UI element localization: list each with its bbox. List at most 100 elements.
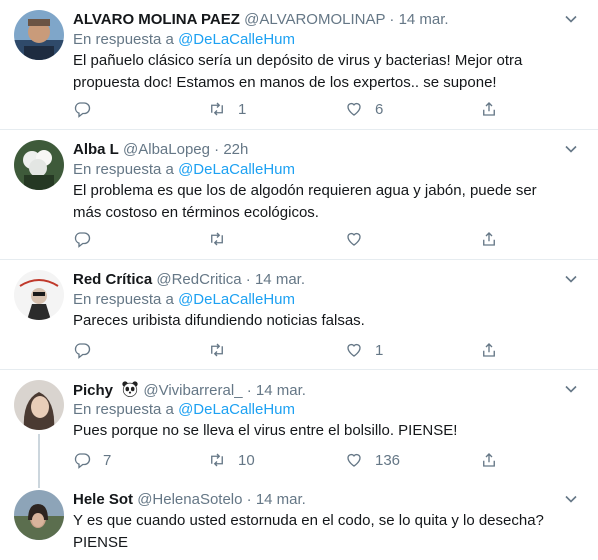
share-icon (483, 102, 495, 116)
retweet-button[interactable]: 1 (208, 99, 246, 119)
retweet-button[interactable] (208, 340, 238, 360)
display-name[interactable]: Pichy (73, 382, 113, 399)
reply-prefix: En respuesta a (73, 161, 174, 178)
heart-icon (347, 453, 361, 467)
tweet-actions: 1 (73, 340, 513, 360)
chevron-down-icon[interactable] (564, 492, 578, 506)
reply-mention-link[interactable]: @DeLaCalleHum (178, 31, 295, 48)
reply-context: En respuesta a @DeLaCalleHum (73, 30, 295, 50)
reply-button[interactable] (73, 340, 103, 360)
thread-connector (38, 480, 40, 488)
like-button[interactable] (345, 229, 375, 249)
avatar[interactable] (14, 380, 64, 430)
retweet-icon (211, 232, 223, 246)
reply-context: En respuesta a @DeLaCalleHum (73, 290, 295, 310)
tweet-actions (73, 229, 513, 249)
tweet-actions: 1 6 (73, 99, 513, 119)
timestamp[interactable]: 14 mar. (256, 382, 306, 399)
tweet-header: Hele Sot @HelenaSotelo · 14 mar. (73, 490, 306, 510)
timestamp[interactable]: 14 mar. (399, 11, 449, 28)
chevron-down-icon[interactable] (564, 12, 578, 26)
retweet-button[interactable]: 10 (208, 450, 255, 470)
avatar[interactable] (14, 140, 64, 190)
separator: · (246, 382, 252, 399)
tweet-header: ALVARO MOLINA PAEZ @ALVAROMOLINAP · 14 m… (73, 10, 449, 30)
timestamp[interactable]: 14 mar. (255, 271, 305, 288)
chevron-down-icon[interactable] (564, 142, 578, 156)
separator: · (389, 11, 395, 28)
user-handle[interactable]: @Vivibarreral_ (143, 382, 242, 399)
tweet-text: El problema es que los de algodón requie… (73, 182, 537, 221)
retweet-button[interactable] (208, 229, 238, 249)
avatar[interactable] (14, 270, 64, 320)
share-button[interactable] (480, 229, 498, 249)
avatar[interactable] (14, 10, 64, 60)
tweet-header: Alba L @AlbaLopeg · 22h (73, 140, 248, 160)
reply-prefix: En respuesta a (73, 291, 174, 308)
reply-mention-link[interactable]: @DeLaCalleHum (178, 401, 295, 418)
like-button[interactable]: 6 (345, 99, 383, 119)
like-count: 136 (375, 451, 401, 469)
share-icon (483, 343, 495, 357)
panda-icon (122, 381, 138, 398)
display-name[interactable]: Red Crítica (73, 271, 152, 288)
reply-icon (74, 232, 91, 248)
share-button[interactable] (480, 450, 498, 470)
share-icon (483, 453, 495, 467)
retweet-count: 1 (238, 100, 247, 118)
chevron-down-icon[interactable] (564, 272, 578, 286)
reply-mention-link[interactable]: @DeLaCalleHum (178, 291, 295, 308)
retweet-icon (211, 343, 223, 357)
tweet[interactable]: Hele Sot @HelenaSotelo · 14 mar. Y es qu… (0, 480, 598, 560)
reply-button[interactable] (73, 229, 103, 249)
separator: · (214, 141, 220, 158)
like-button[interactable]: 136 (345, 450, 400, 470)
tweet-text: Y es que cuando usted estornuda en el co… (73, 512, 544, 551)
heart-icon (347, 232, 361, 246)
separator: · (246, 491, 252, 508)
avatar[interactable] (14, 490, 64, 540)
thread-connector (38, 434, 40, 480)
tweet[interactable]: Red Crítica @RedCritica · 14 mar. En res… (0, 260, 598, 370)
reply-button[interactable]: 7 (73, 450, 111, 470)
reply-prefix: En respuesta a (73, 401, 174, 418)
reply-context: En respuesta a @DeLaCalleHum (73, 160, 295, 180)
tweet[interactable]: Pichy @Vivibarreral_ · 14 mar. En respue… (0, 370, 598, 480)
like-button[interactable]: 1 (345, 340, 383, 360)
heart-icon (347, 343, 361, 357)
display-name[interactable]: Hele Sot (73, 491, 133, 508)
reply-prefix: En respuesta a (73, 31, 174, 48)
retweet-count: 10 (238, 451, 255, 469)
share-button[interactable] (480, 340, 498, 360)
reply-count: 7 (103, 451, 112, 469)
chevron-down-icon[interactable] (564, 382, 578, 396)
reply-mention-link[interactable]: @DeLaCalleHum (178, 161, 295, 178)
reply-icon (74, 102, 91, 118)
user-handle[interactable]: @AlbaLopeg (123, 141, 210, 158)
tweet-text: El pañuelo clásico sería un depósito de … (73, 52, 523, 91)
tweet-feed: ALVARO MOLINA PAEZ @ALVAROMOLINAP · 14 m… (0, 0, 598, 560)
tweet-text: Pues porque no se lleva el virus entre e… (73, 422, 458, 439)
share-icon (483, 232, 495, 246)
reply-button[interactable] (73, 99, 103, 119)
share-button[interactable] (480, 99, 498, 119)
display-name[interactable]: ALVARO MOLINA PAEZ (73, 11, 240, 28)
tweet-header: Red Crítica @RedCritica · 14 mar. (73, 270, 305, 290)
user-handle[interactable]: @ALVAROMOLINAP (244, 11, 385, 28)
user-handle[interactable]: @RedCritica (156, 271, 241, 288)
timestamp[interactable]: 14 mar. (256, 491, 306, 508)
tweet-actions: 7 10 136 (73, 450, 513, 470)
reply-context: En respuesta a @DeLaCalleHum (73, 400, 295, 420)
retweet-icon (211, 102, 223, 116)
tweet[interactable]: ALVARO MOLINA PAEZ @ALVAROMOLINAP · 14 m… (0, 0, 598, 130)
like-count: 6 (375, 100, 384, 118)
like-count: 1 (375, 341, 384, 359)
reply-icon (74, 343, 91, 359)
user-handle[interactable]: @HelenaSotelo (137, 491, 242, 508)
timestamp[interactable]: 22h (223, 141, 248, 158)
tweet[interactable]: Alba L @AlbaLopeg · 22h En respuesta a @… (0, 130, 598, 260)
display-name[interactable]: Alba L (73, 141, 119, 158)
reply-icon (74, 453, 91, 469)
retweet-icon (211, 453, 223, 467)
heart-icon (347, 102, 361, 116)
